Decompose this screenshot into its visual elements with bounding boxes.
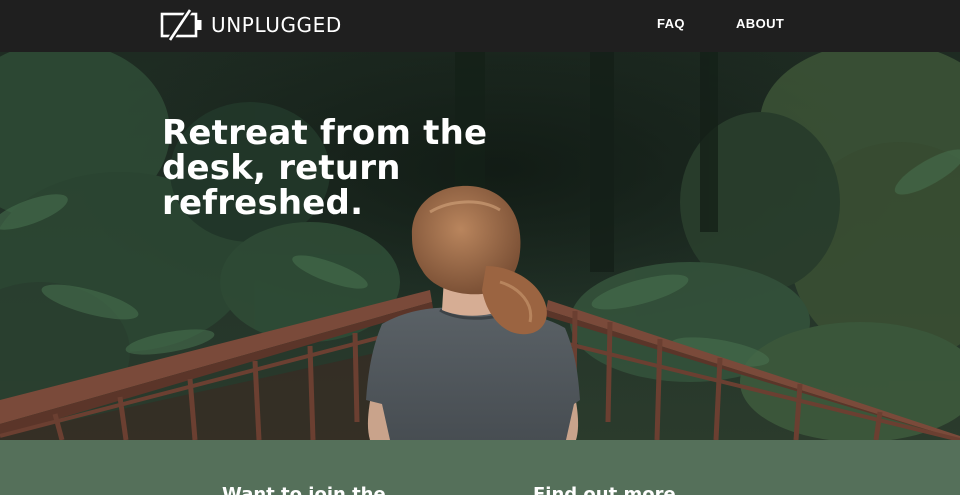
nav-faq-link[interactable]: FAQ [657,16,685,31]
hero-heading-line-2: desk, return [162,148,401,189]
hero-heading-line-3: refreshed. [162,183,364,224]
site-header: UNPLUGGED FAQ ABOUT [0,0,960,52]
hero-section: Retreat from the desk, return refreshed. [0,52,960,440]
join-heading: Want to join the [222,484,386,495]
page: UNPLUGGED FAQ ABOUT Retreat from the des… [0,0,960,495]
hero-heading: Retreat from the desk, return refreshed. [162,113,522,224]
hero-photo-forest-bridge [0,52,960,440]
nav-about-link[interactable]: ABOUT [736,16,784,31]
brand-name: UNPLUGGED [211,13,342,37]
cta-band: Want to join the Find out more [0,440,960,495]
battery-slash-icon [160,9,202,41]
find-out-more-heading: Find out more [533,484,676,495]
hero-heading-line-1: Retreat from the [162,113,488,153]
logo-link[interactable]: UNPLUGGED [160,9,342,41]
